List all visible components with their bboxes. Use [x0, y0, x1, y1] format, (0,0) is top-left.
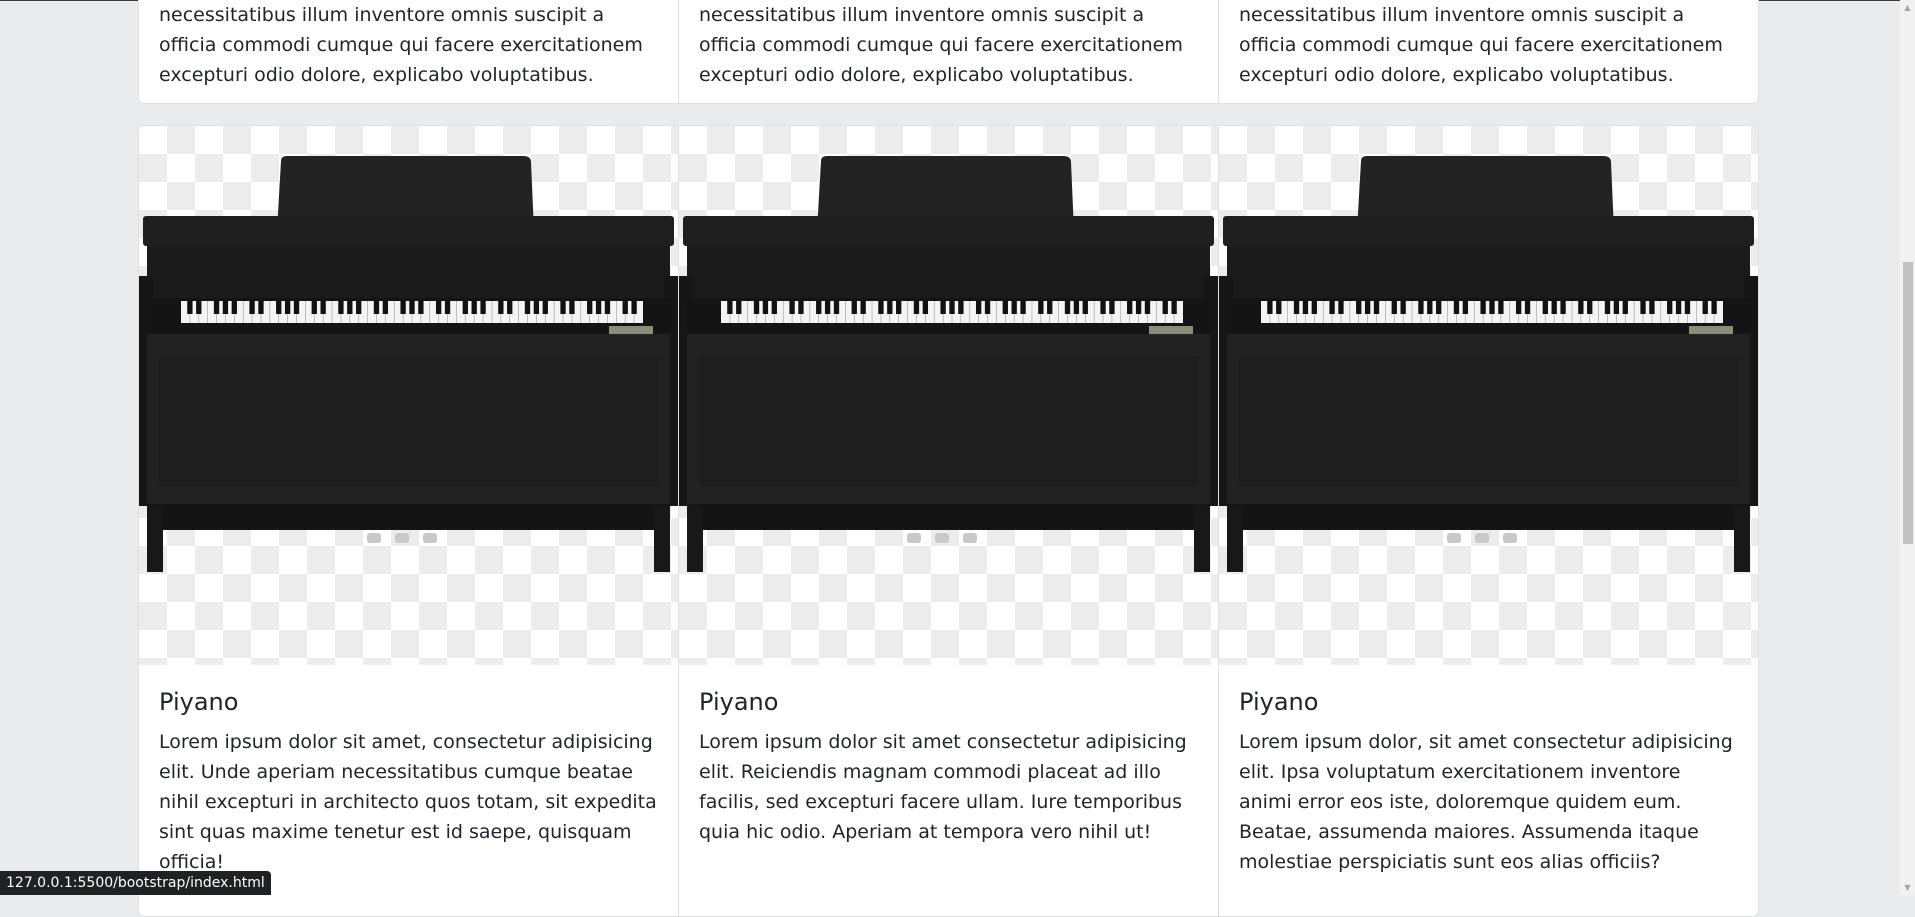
piano-illustration: CASIO	[139, 156, 678, 572]
card-body: necessitatibus illum inventore omnis sus…	[679, 0, 1218, 90]
card-top-2: necessitatibus illum inventore omnis sus…	[679, 0, 1219, 103]
caret-up-icon[interactable]: ▲	[1900, 0, 1915, 15]
piano-illustration: CASIO	[1219, 156, 1758, 572]
card-text: Lorem ipsum dolor sit amet, consectetur …	[159, 731, 657, 873]
card-top-3: necessitatibus illum inventore omnis sus…	[1219, 0, 1758, 103]
card-top-1: necessitatibus illum inventore omnis sus…	[139, 0, 679, 103]
piano-illustration: CASIO	[679, 156, 1218, 572]
card-body: Piyano Lorem ipsum dolor sit amet, conse…	[139, 687, 678, 877]
card-title: Piyano	[1239, 688, 1319, 716]
card-body: necessitatibus illum inventore omnis sus…	[1219, 0, 1758, 90]
card-piano-1: CASIO Piyano Lorem ipsum dolor sit amet,…	[139, 126, 679, 916]
card-body: necessitatibus illum inventore omnis sus…	[139, 0, 678, 90]
card-piano-3: CASIO Piyano Lorem ipsum dolor, sit amet…	[1219, 126, 1758, 916]
card-title: Piyano	[699, 688, 779, 716]
piano-image: CASIO	[139, 126, 678, 665]
vertical-scrollbar[interactable]: ▲ ▼	[1900, 0, 1915, 895]
piano-image: CASIO	[679, 126, 1218, 665]
card-text: necessitatibus illum inventore omnis sus…	[159, 4, 643, 86]
card-piano-2: CASIO Piyano Lorem ipsum dolor sit amet …	[679, 126, 1219, 916]
card-text: Lorem ipsum dolor sit amet consectetur a…	[699, 731, 1187, 843]
card-group-piano: CASIO Piyano Lorem ipsum dolor sit amet,…	[138, 125, 1759, 917]
scrollbar-thumb[interactable]	[1903, 262, 1913, 544]
card-body: Piyano Lorem ipsum dolor sit amet consec…	[679, 687, 1218, 847]
card-body: Piyano Lorem ipsum dolor, sit amet conse…	[1219, 687, 1758, 877]
card-title: Piyano	[159, 688, 239, 716]
card-text: Lorem ipsum dolor, sit amet consectetur …	[1239, 731, 1733, 873]
status-bar-url: 127.0.0.1:5500/bootstrap/index.html	[0, 871, 271, 895]
piano-image: CASIO	[1219, 126, 1758, 665]
card-text: necessitatibus illum inventore omnis sus…	[699, 4, 1183, 86]
card-group-top: necessitatibus illum inventore omnis sus…	[138, 0, 1759, 104]
card-text: necessitatibus illum inventore omnis sus…	[1239, 4, 1723, 86]
caret-down-icon[interactable]: ▼	[1900, 880, 1915, 895]
